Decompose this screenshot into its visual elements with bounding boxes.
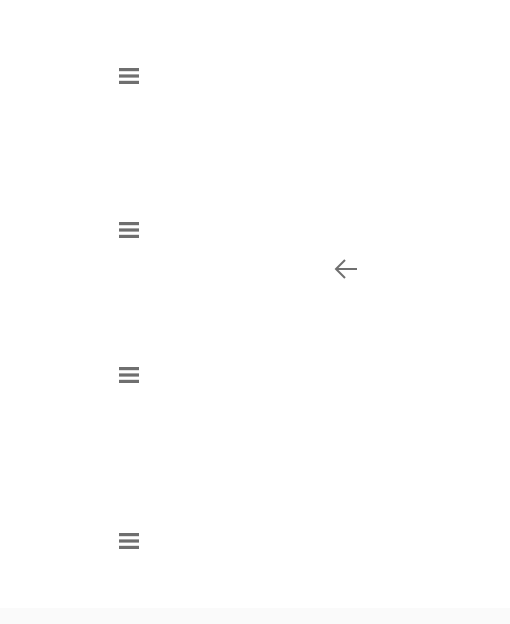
bottom-band [0, 608, 510, 624]
menu-button-1[interactable] [118, 66, 142, 88]
menu-icon [119, 222, 139, 238]
arrow-left-icon [334, 259, 357, 279]
menu-icon [119, 367, 139, 383]
menu-button-3[interactable] [118, 365, 142, 387]
menu-button-2[interactable] [118, 220, 142, 242]
menu-icon [119, 68, 139, 84]
back-button[interactable] [333, 257, 361, 281]
menu-button-4[interactable] [118, 531, 142, 553]
menu-icon [119, 533, 139, 549]
